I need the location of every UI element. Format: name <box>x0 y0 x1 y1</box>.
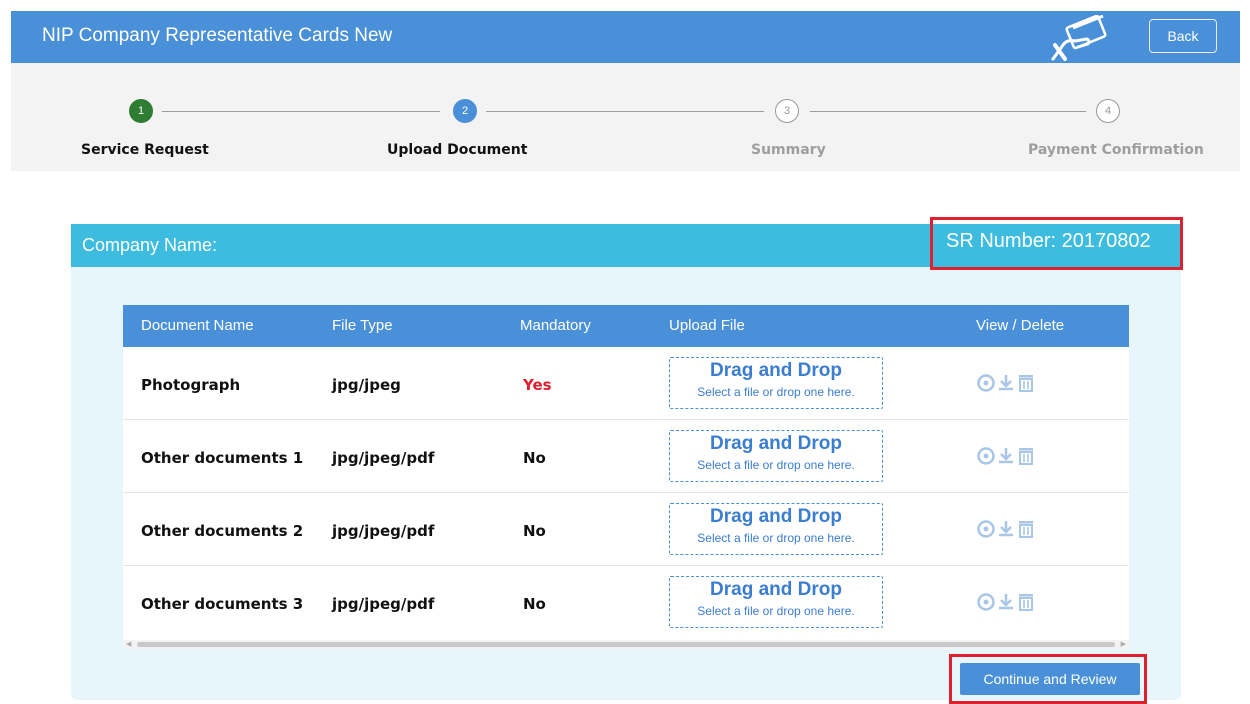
step-4-circle: 4 <box>1096 99 1120 123</box>
document-name: Photograph <box>141 376 241 394</box>
file-dropzone[interactable]: Drag and Drop Select a file or drop one … <box>669 576 883 628</box>
sr-number: SR Number: 20170802 <box>946 230 1151 252</box>
download-icon[interactable] <box>996 373 1016 393</box>
download-icon[interactable] <box>996 446 1016 466</box>
col-document-name: Document Name <box>141 317 254 334</box>
dropzone-hint: Select a file or drop one here. <box>697 531 855 545</box>
upload-card: Company Name: SR Number: 20170802 Docume… <box>71 217 1183 704</box>
step-4-label: Payment Confirmation <box>1028 142 1204 158</box>
col-mandatory: Mandatory <box>520 317 591 334</box>
download-icon[interactable] <box>996 592 1016 612</box>
view-icon[interactable] <box>976 519 996 539</box>
step-connector <box>486 111 764 112</box>
dropzone-hint: Select a file or drop one here. <box>697 385 855 399</box>
col-view-delete: View / Delete <box>976 317 1065 334</box>
file-dropzone[interactable]: Drag and Drop Select a file or drop one … <box>669 503 883 555</box>
back-button[interactable]: Back <box>1149 19 1217 53</box>
mandatory-value: Yes <box>523 376 552 394</box>
delete-icon[interactable] <box>1016 592 1036 612</box>
view-icon[interactable] <box>976 446 996 466</box>
mandatory-value: No <box>523 595 546 613</box>
document-name: Other documents 3 <box>141 595 304 613</box>
delete-icon[interactable] <box>1016 446 1036 466</box>
dropzone-title: Drag and Drop <box>710 506 842 527</box>
scroll-left-icon[interactable]: ◀ <box>126 640 131 649</box>
continue-highlight: Continue and Review <box>949 654 1147 704</box>
table-body: Photograph jpg/jpeg Yes Drag and Drop Se… <box>123 347 1129 640</box>
document-name: Other documents 2 <box>141 522 304 540</box>
scrollbar-thumb[interactable] <box>137 642 1115 647</box>
table-row: Other documents 3 jpg/jpeg/pdf No Drag a… <box>123 566 1129 639</box>
table-row: Other documents 1 jpg/jpeg/pdf No Drag a… <box>123 420 1129 493</box>
dropzone-title: Drag and Drop <box>710 433 842 454</box>
delete-icon[interactable] <box>1016 519 1036 539</box>
scroll-right-icon[interactable]: ▶ <box>1121 640 1126 649</box>
row-actions <box>976 592 1046 614</box>
mandatory-value: No <box>523 449 546 467</box>
file-type: jpg/jpeg/pdf <box>332 522 435 540</box>
row-actions <box>976 373 1046 395</box>
progress-stepper: 1 2 3 4 Service Request Upload Document … <box>11 63 1240 171</box>
step-1-circle: 1 <box>129 99 153 123</box>
dropzone-hint: Select a file or drop one here. <box>697 604 855 618</box>
download-icon[interactable] <box>996 519 1016 539</box>
step-2-label: Upload Document <box>387 142 528 158</box>
file-type: jpg/jpeg/pdf <box>332 449 435 467</box>
company-name-label: Company Name: <box>82 235 218 255</box>
app-header: NIP Company Representative Cards New Bac… <box>11 11 1240 63</box>
view-icon[interactable] <box>976 373 996 393</box>
horizontal-scrollbar[interactable]: ◀ ▶ <box>123 640 1129 649</box>
file-type: jpg/jpeg <box>332 376 401 394</box>
table-row: Photograph jpg/jpeg Yes Drag and Drop Se… <box>123 347 1129 420</box>
card-in-hand-icon <box>1051 15 1107 61</box>
view-icon[interactable] <box>976 592 996 612</box>
table-header: Document Name File Type Mandatory Upload… <box>123 305 1129 347</box>
document-name: Other documents 1 <box>141 449 304 467</box>
step-3-label: Summary <box>751 142 826 158</box>
dropzone-title: Drag and Drop <box>710 579 842 600</box>
mandatory-value: No <box>523 522 546 540</box>
file-dropzone[interactable]: Drag and Drop Select a file or drop one … <box>669 357 883 409</box>
col-upload-file: Upload File <box>669 317 745 334</box>
step-connector <box>810 111 1086 112</box>
delete-icon[interactable] <box>1016 373 1036 393</box>
continue-review-button[interactable]: Continue and Review <box>960 663 1140 695</box>
step-3-circle: 3 <box>775 99 799 123</box>
file-type: jpg/jpeg/pdf <box>332 595 435 613</box>
step-connector <box>162 111 440 112</box>
step-1-label: Service Request <box>81 142 209 158</box>
dropzone-hint: Select a file or drop one here. <box>697 458 855 472</box>
step-2-circle: 2 <box>453 99 477 123</box>
table-row: Other documents 2 jpg/jpeg/pdf No Drag a… <box>123 493 1129 566</box>
sr-number-highlight: SR Number: 20170802 <box>930 217 1183 270</box>
row-actions <box>976 519 1046 541</box>
page-title: NIP Company Representative Cards New <box>42 25 393 46</box>
row-actions <box>976 446 1046 468</box>
file-dropzone[interactable]: Drag and Drop Select a file or drop one … <box>669 430 883 482</box>
col-file-type: File Type <box>332 317 393 334</box>
dropzone-title: Drag and Drop <box>710 360 842 381</box>
